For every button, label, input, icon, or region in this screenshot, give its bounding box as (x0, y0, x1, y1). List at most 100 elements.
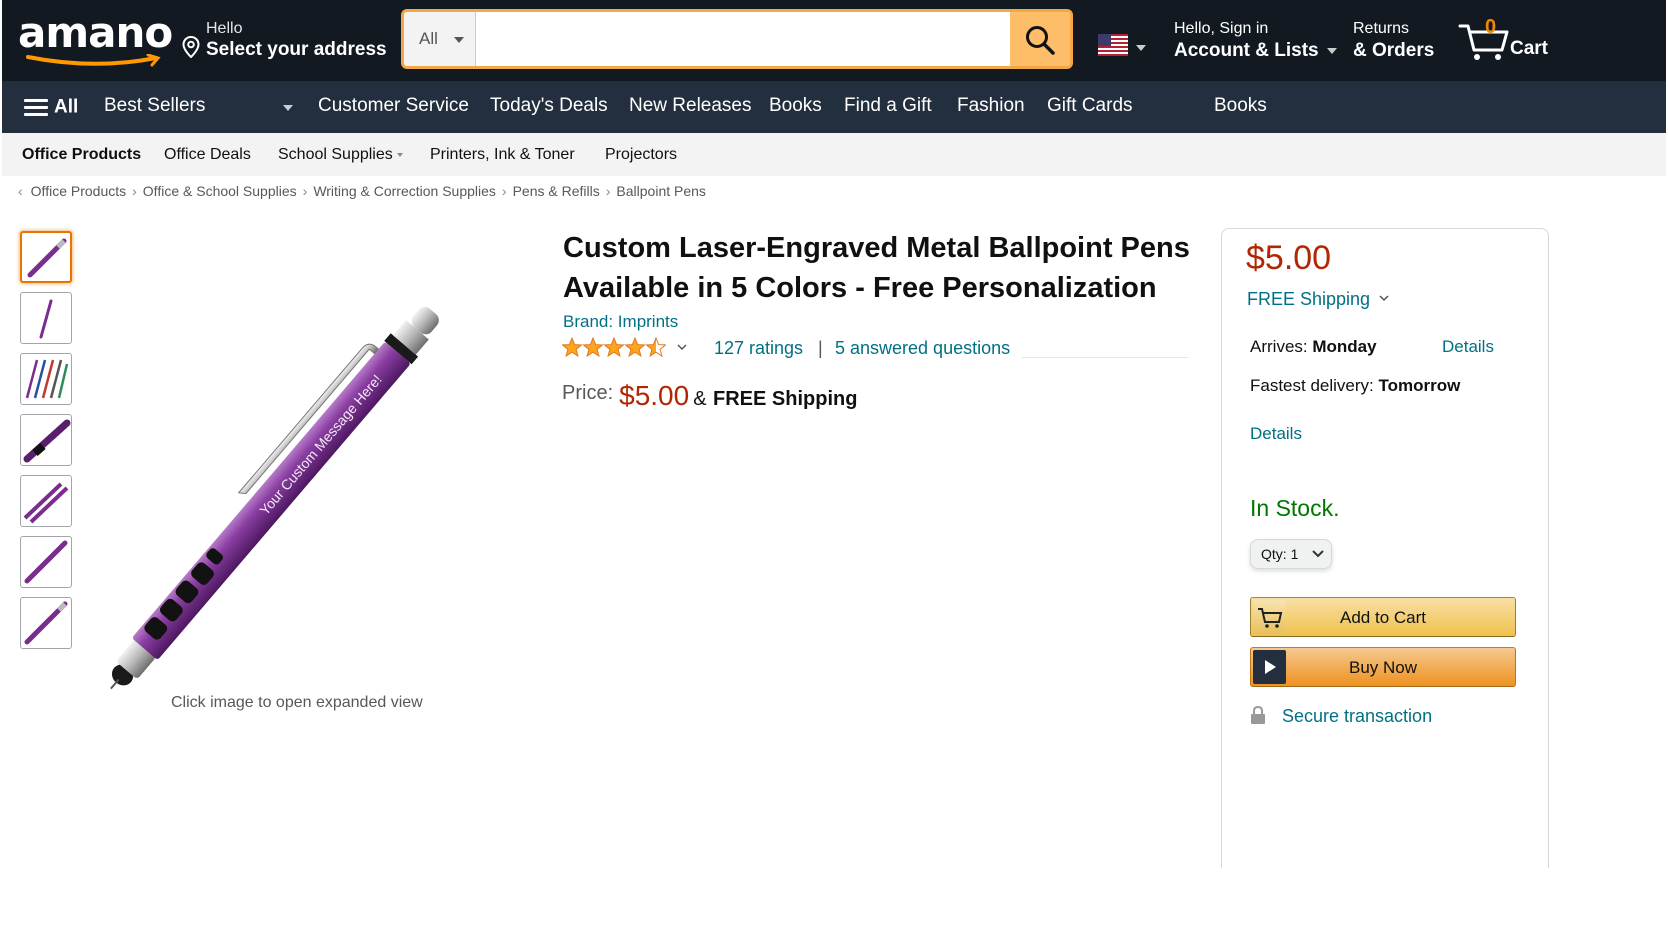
search-bar: All (401, 9, 1073, 69)
search-button[interactable] (1010, 12, 1070, 66)
subnav-projectors[interactable]: Projectors (605, 146, 677, 164)
account-greeting: Hello, Sign in (1174, 20, 1269, 37)
answered-questions-link[interactable]: 5 answered questions (835, 338, 1010, 359)
cart-button[interactable]: 0 Cart (1458, 14, 1558, 66)
price-ampersand: & (693, 388, 707, 410)
star-rating-icon[interactable] (562, 337, 666, 359)
cart-count: 0 (1485, 16, 1497, 38)
search-category-label: All (419, 29, 438, 48)
buybox-shipping-dropdown[interactable]: FREE Shipping (1247, 289, 1390, 310)
nav-item-books-2[interactable]: Books (1214, 95, 1267, 117)
chevron-down-icon (1379, 295, 1389, 302)
returns-orders-link[interactable]: Returns & Orders (1353, 20, 1434, 62)
chevron-right-icon: › (132, 183, 137, 199)
chevron-down-icon (1312, 550, 1324, 558)
breadcrumb-item[interactable]: Writing & Correction Supplies (313, 183, 496, 199)
logo-text: amano (18, 8, 173, 57)
nav-item-todays-deals[interactable]: Today's Deals (490, 95, 608, 117)
hamburger-icon (24, 95, 48, 120)
pen-thumbnail-image (24, 601, 68, 645)
product-title: Custom Laser-Engraved Metal Ballpoint Pe… (563, 228, 1203, 308)
nav-all-label: All (54, 96, 79, 118)
qty-label: Qty: (1261, 546, 1287, 562)
chevron-down-icon (396, 152, 403, 157)
pen-thumbnail-image (23, 482, 69, 524)
secure-transaction-link[interactable]: Secure transaction (1250, 705, 1432, 727)
thumbnail-4[interactable] (20, 414, 72, 466)
site-logo[interactable]: amano (18, 6, 173, 72)
nav-item-new-releases[interactable]: New Releases (629, 95, 752, 117)
thumbnail-1[interactable] (20, 231, 72, 283)
nav-item-customer-service[interactable]: Customer Service (318, 95, 469, 117)
lock-icon (1251, 705, 1265, 724)
rating-row: 127 ratings | 5 answered questions (562, 337, 1188, 359)
search-category-dropdown[interactable]: All (404, 12, 476, 66)
breadcrumb-item[interactable]: Office & School Supplies (143, 183, 297, 199)
logo-smile-icon (26, 54, 161, 67)
thumbnail-6[interactable] (20, 536, 72, 588)
thumbnail-5[interactable] (20, 475, 72, 527)
nav-all-menu[interactable]: All (24, 95, 78, 120)
price-value: $5.00 (619, 380, 690, 411)
address-greeting: Hello (206, 20, 243, 37)
quantity-select[interactable]: Qty: 1 (1250, 539, 1332, 569)
subnav-office-deals[interactable]: Office Deals (164, 146, 251, 164)
account-label: Account & Lists (1174, 40, 1319, 61)
arrives-label: Arrives: (1250, 337, 1308, 356)
returns-label: Returns (1353, 20, 1410, 37)
nav-item-fashion[interactable]: Fashion (957, 95, 1025, 117)
qty-value: 1 (1290, 546, 1299, 562)
buy-now-button[interactable]: Buy Now (1250, 647, 1516, 687)
main-product-image[interactable]: Your Custom Message Here! (72, 224, 542, 694)
cart-icon (1458, 24, 1509, 60)
chevron-right-icon: › (605, 183, 611, 199)
breadcrumb-item[interactable]: Ballpoint Pens (616, 183, 706, 199)
pen-thumbnail-image (24, 540, 68, 584)
search-input[interactable] (477, 12, 1011, 66)
language-chevron-down-icon[interactable] (1136, 45, 1146, 51)
breadcrumb-item[interactable]: Office Products (31, 183, 126, 199)
image-caption: Click image to open expanded view (171, 694, 423, 711)
chevron-left-icon[interactable]: ‹ (18, 183, 23, 199)
account-lists-menu[interactable]: Hello, Sign in Account & Lists (1174, 20, 1337, 62)
nav-item-best-sellers[interactable]: Best Sellers (104, 95, 205, 117)
chevron-right-icon: › (501, 183, 507, 199)
thumbnail-3[interactable] (20, 353, 72, 405)
nav-chevron-down-icon[interactable] (283, 105, 293, 111)
subnav-office-products[interactable]: Office Products (22, 146, 141, 164)
pen-thumbnail-image (23, 419, 71, 463)
pen-thumbnail-image (27, 238, 67, 278)
chevron-right-icon: › (302, 183, 308, 199)
breadcrumb-item[interactable]: Pens & Refills (513, 183, 600, 199)
subnav-printers-ink-toner[interactable]: Printers, Ink & Toner (430, 146, 575, 164)
nav-item-find-a-gift[interactable]: Find a Gift (844, 95, 932, 117)
arrival-details-link[interactable]: Details (1442, 337, 1494, 357)
fastest-details-link[interactable]: Details (1250, 424, 1302, 444)
subnav-school-supplies[interactable]: School Supplies (278, 146, 403, 164)
thumbnail-2[interactable] (20, 292, 72, 344)
product-title-line-2: Available in 5 Colors - Free Personaliza… (563, 272, 1157, 304)
rating-separator: | (818, 338, 823, 358)
brand-link[interactable]: Brand: Imprints (563, 312, 678, 332)
thumbnail-7[interactable] (20, 597, 72, 649)
price-row: Price: $5.00 & FREE Shipping (562, 380, 857, 412)
ratings-count-link[interactable]: 127 ratings (714, 338, 803, 359)
price-shipping: FREE Shipping (713, 388, 858, 410)
nav-item-books[interactable]: Books (769, 95, 822, 117)
orders-label: & Orders (1353, 40, 1435, 61)
secure-transaction-label: Secure transaction (1282, 706, 1433, 726)
arrival-info: Arrives: Monday (1250, 337, 1377, 357)
add-to-cart-label: Add to Cart (1340, 608, 1426, 627)
stock-status: In Stock. (1250, 495, 1340, 521)
address-label: Select your address (206, 39, 387, 60)
cart-label: Cart (1510, 38, 1549, 59)
divider (1022, 357, 1188, 358)
chevron-down-icon[interactable] (676, 341, 688, 353)
nav-item-gift-cards[interactable]: Gift Cards (1047, 95, 1133, 117)
location-pin-icon (182, 36, 200, 58)
add-to-cart-button[interactable]: Add to Cart (1250, 597, 1516, 637)
purple-pen-image: Your Custom Message Here! (110, 306, 439, 690)
us-flag-icon[interactable] (1098, 34, 1128, 56)
product-title-line-1: Custom Laser-Engraved Metal Ballpoint Pe… (563, 232, 1190, 264)
main-nav: All Best Sellers Customer Service Today'… (2, 81, 1666, 133)
